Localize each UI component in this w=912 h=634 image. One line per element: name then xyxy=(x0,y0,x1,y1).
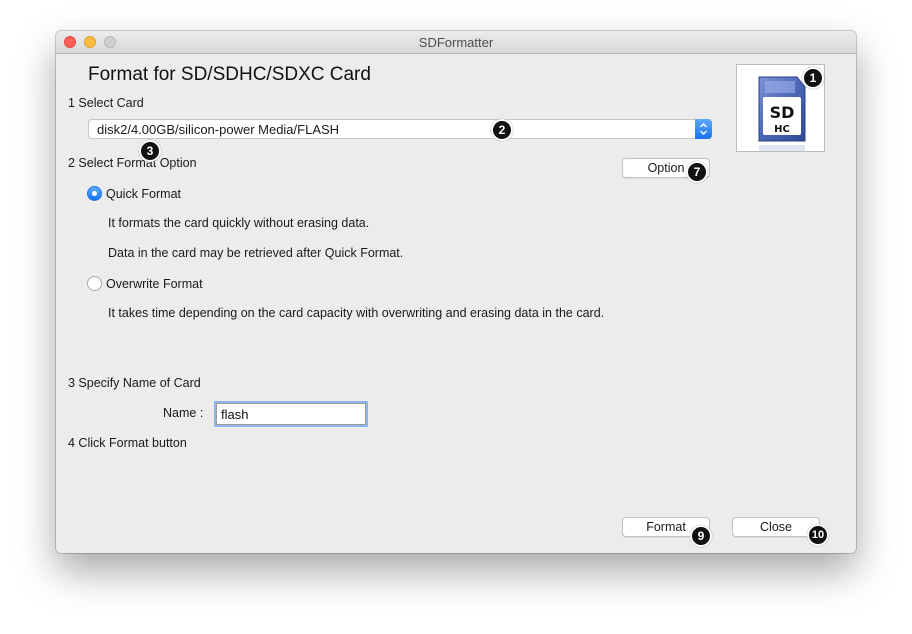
annotation-marker-2: 2 xyxy=(491,119,513,141)
overwrite-format-radio[interactable] xyxy=(87,276,102,291)
select-stepper-icon[interactable] xyxy=(695,119,712,139)
quick-format-desc-2: Data in the card may be retrieved after … xyxy=(108,246,404,260)
title-bar: SDFormatter xyxy=(56,31,856,54)
step2-label: 2 Select Format Option xyxy=(68,156,197,170)
page-title: Format for SD/SDHC/SDXC Card xyxy=(88,64,371,85)
overwrite-format-desc: It takes time depending on the card capa… xyxy=(108,306,605,320)
sd-logo-text: SD xyxy=(770,103,795,122)
step4-label: 4 Click Format button xyxy=(68,436,187,450)
name-label: Name : xyxy=(163,406,204,420)
annotation-marker-3: 3 xyxy=(139,140,161,162)
main-content: Format for SD/SDHC/SDXC Card 1 Select Ca… xyxy=(56,54,856,553)
sd-logo-subtext: HC xyxy=(774,124,790,135)
window-title: SDFormatter xyxy=(418,35,494,50)
step3-label: 3 Specify Name of Card xyxy=(68,376,201,390)
sdformatter-window: SDFormatter Format for SD/SDHC/SDXC Card… xyxy=(56,31,856,553)
step1-label: 1 Select Card xyxy=(68,96,144,110)
quick-format-label[interactable]: Quick Format xyxy=(106,187,181,201)
name-field[interactable] xyxy=(216,403,366,425)
overwrite-format-label[interactable]: Overwrite Format xyxy=(106,277,203,291)
card-select[interactable]: disk2/4.00GB/silicon-power Media/FLASH xyxy=(88,119,712,139)
annotation-marker-1: 1 xyxy=(802,67,824,89)
quick-format-desc-1: It formats the card quickly without eras… xyxy=(108,216,370,230)
card-select-value: disk2/4.00GB/silicon-power Media/FLASH xyxy=(97,122,340,137)
annotation-marker-9: 9 xyxy=(690,525,712,547)
annotation-marker-10: 10 xyxy=(807,524,829,546)
annotation-marker-7: 7 xyxy=(686,161,708,183)
quick-format-radio[interactable] xyxy=(87,186,102,201)
name-input[interactable] xyxy=(217,404,365,425)
